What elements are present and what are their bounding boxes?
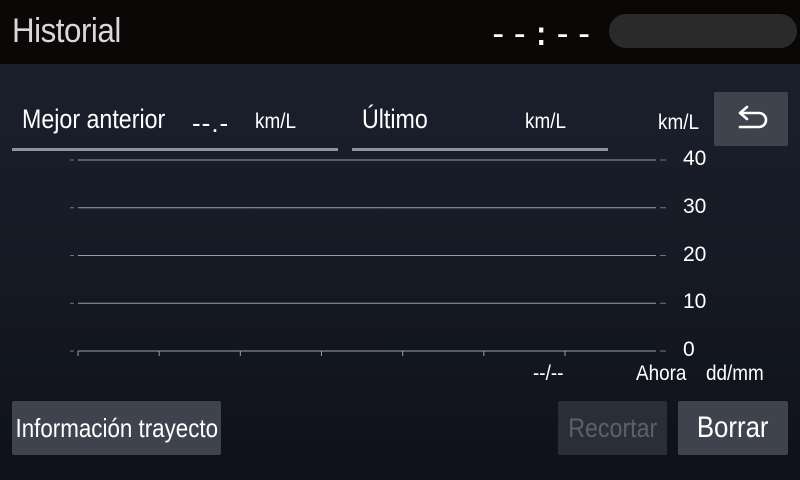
trip-info-label: Información trayecto bbox=[15, 412, 218, 443]
best-previous-field: Mejor anterior --.- km/L bbox=[12, 96, 338, 151]
last-label: Último bbox=[362, 104, 428, 134]
y-tick-label: 30 bbox=[683, 194, 707, 218]
clear-label: Borrar bbox=[697, 411, 769, 444]
back-arrow-icon bbox=[738, 105, 768, 129]
best-previous-value: --.- bbox=[192, 108, 230, 138]
page-title: Historial bbox=[12, 12, 121, 50]
y-tick-label: 40 bbox=[683, 147, 707, 170]
y-tick-label: 20 bbox=[683, 242, 707, 266]
best-previous-label: Mejor anterior bbox=[22, 104, 166, 134]
chart-y-unit: km/L bbox=[658, 111, 699, 134]
x-date-placeholder: --/-- bbox=[533, 362, 564, 385]
trim-button[interactable]: Recortar bbox=[558, 401, 667, 455]
clock: --:-- bbox=[488, 14, 596, 54]
last-field: Último km/L bbox=[352, 96, 608, 151]
status-pill bbox=[609, 14, 797, 48]
header-bar: Historial --:-- bbox=[0, 0, 800, 64]
y-tick-label: 0 bbox=[683, 338, 695, 361]
x-unit-label: dd/mm bbox=[706, 362, 764, 385]
best-previous-unit: km/L bbox=[255, 110, 296, 133]
trip-info-button[interactable]: Información trayecto bbox=[12, 401, 221, 455]
back-button[interactable] bbox=[714, 92, 788, 146]
last-unit: km/L bbox=[525, 110, 566, 133]
trim-label: Recortar bbox=[567, 412, 658, 443]
y-tick-label: 10 bbox=[683, 290, 707, 314]
clear-button[interactable]: Borrar bbox=[678, 401, 788, 455]
x-now-label: Ahora bbox=[636, 362, 687, 385]
